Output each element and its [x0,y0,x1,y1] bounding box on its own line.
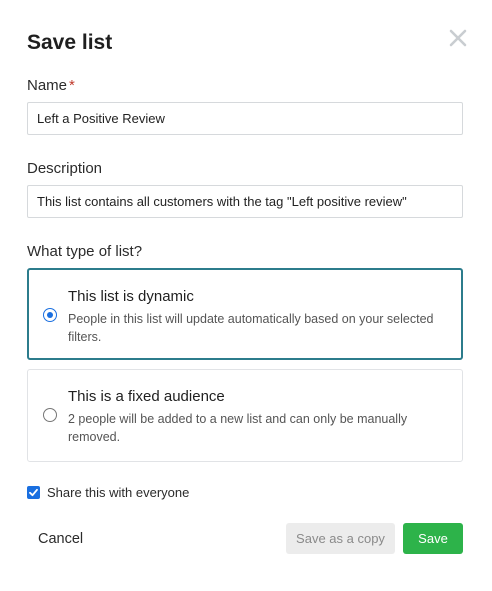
option-fixed-description: 2 people will be added to a new list and… [68,412,408,444]
radio-fixed[interactable] [43,408,57,422]
save-as-copy-button[interactable]: Save as a copy [286,523,395,554]
option-dynamic-description: People in this list will update automati… [68,312,434,344]
option-dynamic-list[interactable]: This list is dynamic People in this list… [27,268,463,360]
name-label-text: Name [27,77,68,94]
save-button[interactable]: Save [403,523,463,554]
dialog-title: Save list [27,31,113,54]
option-dynamic-title: This list is dynamic [68,288,194,305]
required-mark: * [69,77,75,94]
description-label: Description [27,160,103,177]
description-input[interactable] [27,185,463,218]
save-list-dialog: Save list Name* Description What type of… [0,0,492,591]
share-checkbox[interactable] [27,486,40,499]
radio-dynamic[interactable] [43,308,57,322]
close-icon[interactable] [447,27,469,49]
cancel-button[interactable]: Cancel [27,523,97,554]
option-fixed-audience[interactable]: This is a fixed audience 2 people will b… [27,369,463,462]
name-label: Name * [27,77,75,94]
list-type-question: What type of list? [27,243,143,260]
share-label[interactable]: Share this with everyone [47,485,189,500]
name-input[interactable] [27,102,463,135]
option-fixed-title: This is a fixed audience [68,388,225,405]
